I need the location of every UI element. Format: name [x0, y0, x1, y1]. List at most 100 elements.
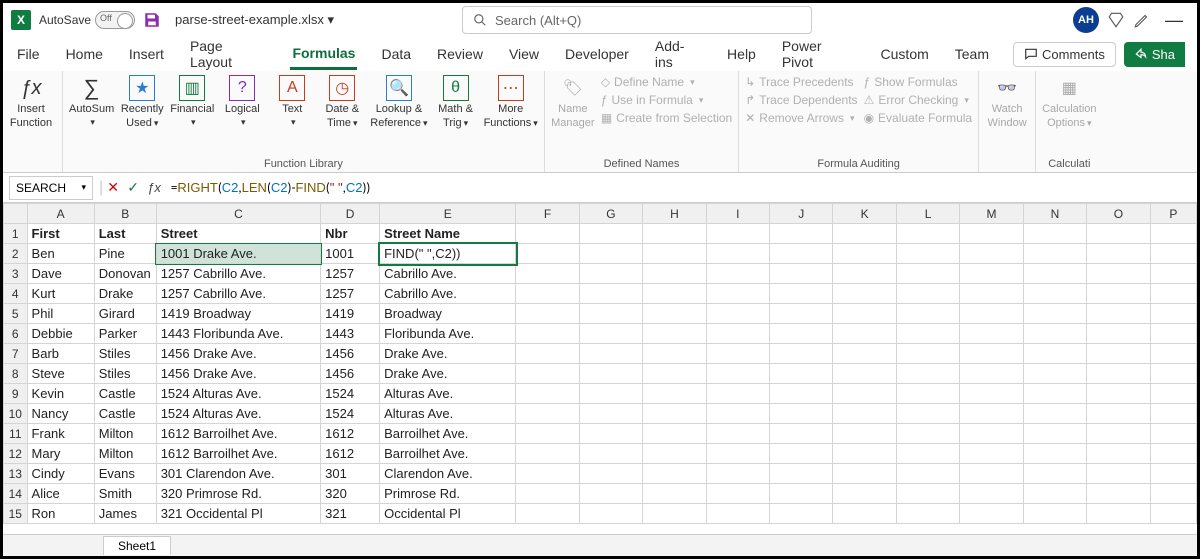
cell[interactable]: Street — [156, 224, 320, 244]
cell[interactable] — [1023, 224, 1086, 244]
cell[interactable] — [516, 304, 579, 324]
cell[interactable] — [1023, 304, 1086, 324]
cell[interactable] — [579, 344, 642, 364]
cell[interactable] — [960, 424, 1024, 444]
cell[interactable] — [770, 484, 833, 504]
cell[interactable]: Primrose Rd. — [380, 484, 516, 504]
cell[interactable] — [896, 484, 959, 504]
cell[interactable] — [960, 504, 1024, 524]
tab-team[interactable]: Team — [953, 40, 991, 68]
tab-power-pivot[interactable]: Power Pivot — [780, 32, 857, 76]
cell[interactable] — [1150, 404, 1196, 424]
cell[interactable]: Frank — [27, 424, 94, 444]
cell[interactable] — [1023, 344, 1086, 364]
autosave-toggle[interactable]: AutoSave Off — [39, 11, 135, 29]
cell[interactable] — [1087, 244, 1150, 264]
enter-icon[interactable]: ✓ — [123, 179, 143, 196]
cell[interactable] — [1087, 344, 1150, 364]
cell[interactable]: Steve — [27, 364, 94, 384]
cell[interactable] — [896, 244, 959, 264]
cell[interactable] — [770, 364, 833, 384]
cell[interactable] — [960, 244, 1024, 264]
tab-home[interactable]: Home — [64, 40, 105, 68]
row-header[interactable]: 8 — [4, 364, 28, 384]
col-header[interactable]: B — [94, 204, 156, 224]
cell[interactable]: 1456 — [321, 364, 380, 384]
col-header[interactable]: G — [579, 204, 642, 224]
cell[interactable] — [770, 444, 833, 464]
cell[interactable] — [1087, 284, 1150, 304]
cell[interactable] — [579, 324, 642, 344]
cell[interactable] — [770, 284, 833, 304]
cell[interactable] — [1150, 344, 1196, 364]
cell[interactable]: Smith — [94, 484, 156, 504]
share-button[interactable]: Sha — [1124, 42, 1185, 67]
cell[interactable] — [1023, 244, 1086, 264]
financial-button[interactable]: ▥Financial▾ — [170, 75, 214, 128]
cell[interactable] — [896, 284, 959, 304]
tab-insert[interactable]: Insert — [127, 40, 166, 68]
tab-data[interactable]: Data — [379, 40, 413, 68]
cell[interactable] — [770, 244, 833, 264]
fx-icon[interactable]: ƒx — [147, 180, 161, 195]
cell[interactable] — [833, 464, 896, 484]
cell[interactable] — [833, 484, 896, 504]
cell[interactable] — [516, 344, 579, 364]
cell[interactable]: James — [94, 504, 156, 524]
row-header[interactable]: 1 — [4, 224, 28, 244]
cell[interactable] — [706, 404, 769, 424]
cell[interactable] — [516, 364, 579, 384]
tab-page-layout[interactable]: Page Layout — [188, 32, 269, 76]
row-header[interactable]: 5 — [4, 304, 28, 324]
cell[interactable]: 1001 Drake Ave. — [156, 244, 320, 264]
cell[interactable]: Last — [94, 224, 156, 244]
col-header[interactable]: N — [1023, 204, 1086, 224]
cell[interactable] — [706, 224, 769, 244]
cell[interactable] — [643, 304, 706, 324]
avatar[interactable]: AH — [1073, 7, 1099, 33]
cell[interactable] — [1087, 404, 1150, 424]
tab-view[interactable]: View — [507, 40, 541, 68]
cell[interactable]: Barroilhet Ave. — [380, 424, 516, 444]
cell[interactable]: Castle — [94, 384, 156, 404]
cell[interactable]: Dave — [27, 264, 94, 284]
cell[interactable] — [579, 444, 642, 464]
cell[interactable]: Alturas Ave. — [380, 404, 516, 424]
worksheet-grid[interactable]: ABCDEFGHIJKLMNOP1FirstLastStreetNbrStree… — [3, 203, 1197, 556]
cell[interactable] — [706, 304, 769, 324]
cell[interactable] — [1087, 384, 1150, 404]
tab-custom[interactable]: Custom — [879, 40, 931, 68]
cell[interactable] — [833, 304, 896, 324]
cell[interactable]: 1612 — [321, 444, 380, 464]
cell[interactable]: Castle — [94, 404, 156, 424]
cell[interactable] — [1023, 464, 1086, 484]
cell[interactable]: 1257 — [321, 284, 380, 304]
cell[interactable] — [1087, 424, 1150, 444]
lookup-button[interactable]: 🔍Lookup &Reference▾ — [370, 75, 427, 129]
cell[interactable] — [1087, 364, 1150, 384]
row-header[interactable]: 6 — [4, 324, 28, 344]
cell[interactable] — [643, 424, 706, 444]
cell[interactable] — [770, 324, 833, 344]
text-button[interactable]: AText▾ — [270, 75, 314, 128]
row-header[interactable]: 2 — [4, 244, 28, 264]
cell[interactable] — [516, 244, 579, 264]
cell[interactable]: Pine — [94, 244, 156, 264]
chevron-down-icon[interactable]: ▾ — [81, 182, 86, 193]
cell[interactable] — [579, 364, 642, 384]
cell[interactable] — [960, 444, 1024, 464]
cell[interactable] — [706, 344, 769, 364]
cell[interactable]: Parker — [94, 324, 156, 344]
cell[interactable] — [579, 464, 642, 484]
cell[interactable]: Nbr — [321, 224, 380, 244]
cell[interactable]: First — [27, 224, 94, 244]
row-header[interactable]: 11 — [4, 424, 28, 444]
cell[interactable] — [706, 264, 769, 284]
cell[interactable]: 1001 — [321, 244, 380, 264]
cell[interactable]: 321 Occidental Pl — [156, 504, 320, 524]
col-header[interactable]: H — [643, 204, 706, 224]
cell[interactable]: Alice — [27, 484, 94, 504]
cell[interactable] — [896, 324, 959, 344]
cell[interactable] — [833, 264, 896, 284]
cell[interactable] — [516, 484, 579, 504]
